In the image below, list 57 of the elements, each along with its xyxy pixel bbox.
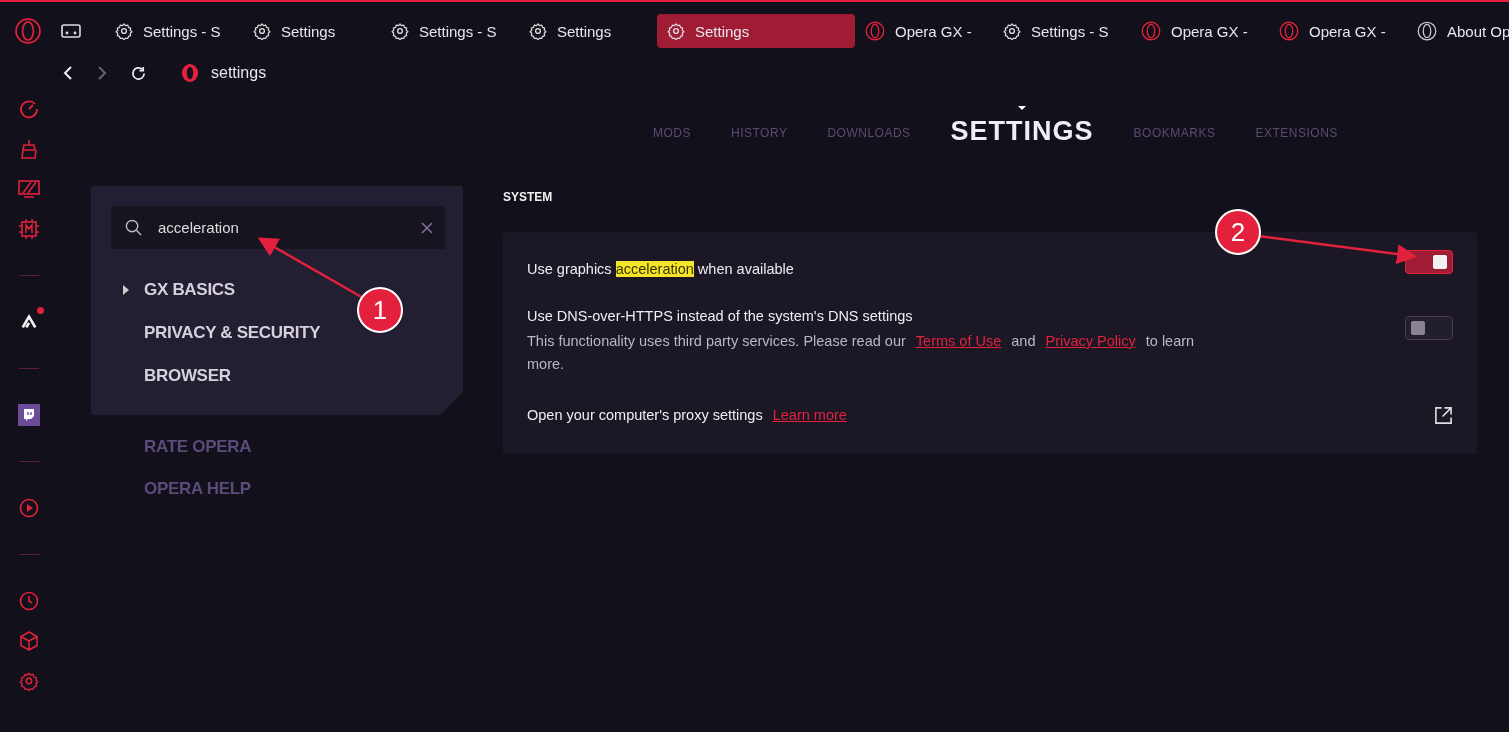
page-tab[interactable]: Opera GX - <box>1131 14 1269 48</box>
policy-link[interactable]: Terms of Use <box>915 333 1002 349</box>
broom-icon[interactable] <box>19 139 39 159</box>
setting-description: This functionality uses third party services. Please read our Terms of Use and Privacy Policy to learn more. <box>527 332 1196 374</box>
settings-icon <box>253 22 271 40</box>
monitor-icon[interactable] <box>18 179 40 199</box>
speedometer-icon[interactable] <box>19 99 39 119</box>
clear-icon[interactable] <box>421 222 433 234</box>
opera-logo-icon <box>1279 21 1299 41</box>
opera-logo-icon[interactable] <box>15 18 41 44</box>
page-tab[interactable]: Opera GX - <box>855 14 993 48</box>
cube-icon[interactable] <box>19 631 39 651</box>
search-icon <box>125 219 142 236</box>
gamepad-icon[interactable] <box>61 23 81 39</box>
page-tab[interactable]: Settings - S <box>993 14 1131 48</box>
settings-icon <box>115 22 133 40</box>
expand-arrow-icon[interactable] <box>123 285 129 295</box>
opera-logo-icon <box>1417 21 1437 41</box>
callout-marker: 2 <box>1215 209 1261 255</box>
page-tab[interactable]: Settings <box>519 14 657 48</box>
page-tab[interactable]: About Op <box>1407 14 1509 48</box>
settings-section-item[interactable]: GX BASICS <box>144 280 235 300</box>
opera-logo-icon <box>1141 21 1161 41</box>
page-tab[interactable]: Settings - S <box>381 14 519 48</box>
learn-more-link[interactable]: Learn more <box>772 407 847 423</box>
address-text[interactable]: settings <box>211 64 267 82</box>
toggle-switch[interactable] <box>1405 250 1453 274</box>
clock-icon[interactable] <box>19 591 39 611</box>
opera-logo-icon <box>181 63 199 83</box>
settings-icon <box>529 22 547 40</box>
back-icon[interactable] <box>62 65 74 81</box>
setting-label: Open your computer's proxy settings <box>527 407 763 423</box>
setting-label: Use graphics acceleration when available <box>527 261 794 277</box>
chip-icon[interactable] <box>18 218 40 240</box>
section-title: SYSTEM <box>503 190 554 204</box>
callout-marker: 1 <box>357 287 403 333</box>
reload-icon[interactable] <box>130 64 147 82</box>
forward-icon[interactable] <box>96 65 108 81</box>
settings-icon <box>667 22 685 40</box>
settings-nav-tab[interactable]: SETTINGS <box>950 106 1094 146</box>
page-tab[interactable]: Settings <box>657 14 855 48</box>
policy-link[interactable]: Privacy Policy <box>1045 333 1136 349</box>
page-tab[interactable]: Opera GX - <box>1269 14 1407 48</box>
page-tab[interactable]: Settings <box>243 14 381 48</box>
setting-label: Use DNS-over-HTTPS instead of the system's DNS settings <box>527 308 914 324</box>
page-tab[interactable]: Settings - S <box>105 14 243 48</box>
opera-logo-icon <box>865 21 885 41</box>
settings-section-item[interactable]: PRIVACY & SECURITY <box>144 323 321 343</box>
toggle-switch[interactable] <box>1405 316 1453 340</box>
settings-icon <box>391 22 409 40</box>
search-field[interactable]: acceleration <box>111 206 445 249</box>
settings-icon <box>1003 22 1021 40</box>
settings-section-item[interactable]: BROWSER <box>144 366 231 386</box>
external-link-icon[interactable] <box>1434 405 1453 425</box>
play-icon[interactable] <box>19 498 39 518</box>
twitch-icon[interactable] <box>18 404 40 426</box>
settings-icon[interactable] <box>19 671 39 691</box>
